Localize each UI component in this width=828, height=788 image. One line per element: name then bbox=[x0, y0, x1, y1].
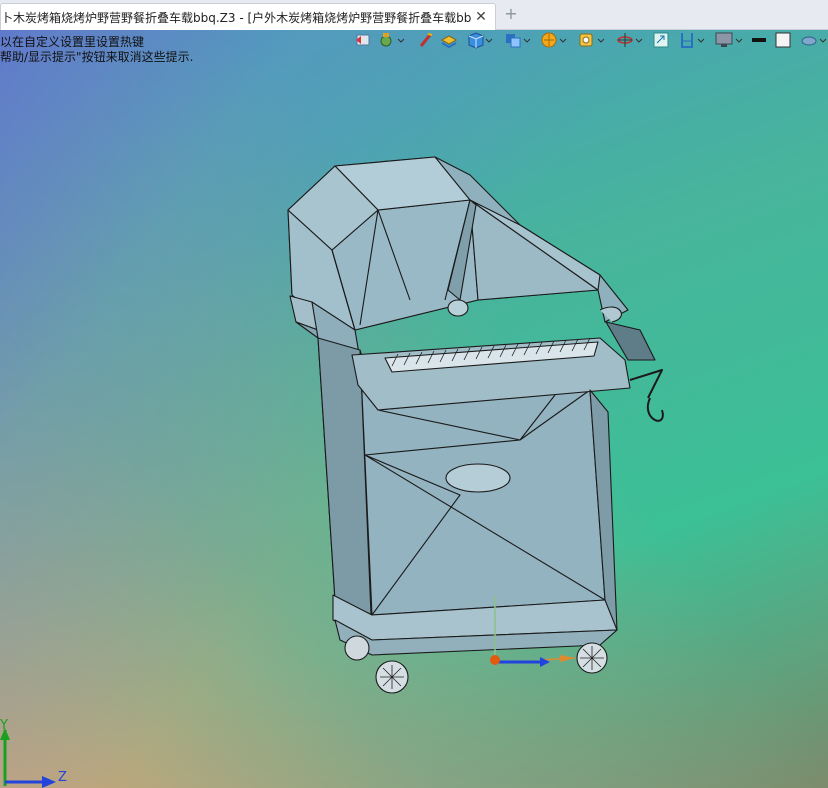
axis-triad bbox=[0, 728, 56, 788]
axis-y-label: Y bbox=[0, 718, 8, 733]
axis-z-label: Z bbox=[58, 770, 67, 785]
